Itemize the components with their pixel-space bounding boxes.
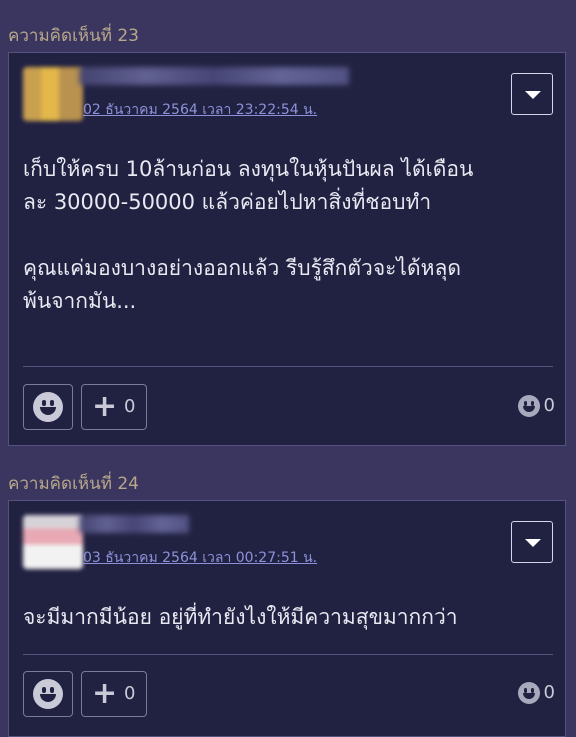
comment-card: 02 ธันวาคม 2564 เวลา 23:22:54 น. เก็บให้… xyxy=(8,52,566,446)
plus-count: 0 xyxy=(124,683,136,704)
smiley-icon xyxy=(33,679,63,709)
chevron-down-icon xyxy=(525,91,541,99)
plus-icon: + xyxy=(92,389,118,424)
comment-body: เก็บให้ครบ 10ล้านก่อน ลงทุนในหุ้นปันผล ไ… xyxy=(23,157,474,313)
emotion-count[interactable]: 0 xyxy=(517,682,555,704)
username-blurred[interactable] xyxy=(79,515,189,533)
comment-timestamp[interactable]: 03 ธันวาคม 2564 เวลา 00:27:51 น. xyxy=(83,547,317,569)
comment-body: จะมีมากมีน้อย อยู่ที่ทำยังไงให้มีความสุข… xyxy=(23,605,458,629)
comment-number-label: ความคิดเห็นที่ 24 xyxy=(8,474,139,494)
divider xyxy=(23,654,553,655)
comment-card: 03 ธันวาคม 2564 เวลา 00:27:51 น. จะมีมาก… xyxy=(8,500,566,737)
comment-options-button[interactable] xyxy=(511,521,553,563)
smiley-icon xyxy=(33,392,63,422)
plus-count: 0 xyxy=(124,396,136,417)
chevron-down-icon xyxy=(525,539,541,547)
emotion-count[interactable]: 0 xyxy=(517,395,555,417)
comment-number-label: ความคิดเห็นที่ 23 xyxy=(8,26,139,46)
smiley-icon xyxy=(517,682,540,704)
emotion-count-value: 0 xyxy=(543,395,555,416)
username-blurred[interactable] xyxy=(79,67,349,85)
plus-vote-button[interactable]: + 0 xyxy=(81,671,147,717)
comment-options-button[interactable] xyxy=(511,73,553,115)
avatar[interactable] xyxy=(23,515,83,569)
smiley-icon xyxy=(517,395,540,417)
avatar[interactable] xyxy=(23,67,83,121)
divider xyxy=(23,366,553,367)
emotion-count-value: 0 xyxy=(543,682,555,703)
plus-vote-button[interactable]: + 0 xyxy=(81,384,147,430)
react-button[interactable] xyxy=(23,384,73,430)
comment-timestamp[interactable]: 02 ธันวาคม 2564 เวลา 23:22:54 น. xyxy=(83,99,317,121)
plus-icon: + xyxy=(92,676,118,711)
react-button[interactable] xyxy=(23,671,73,717)
